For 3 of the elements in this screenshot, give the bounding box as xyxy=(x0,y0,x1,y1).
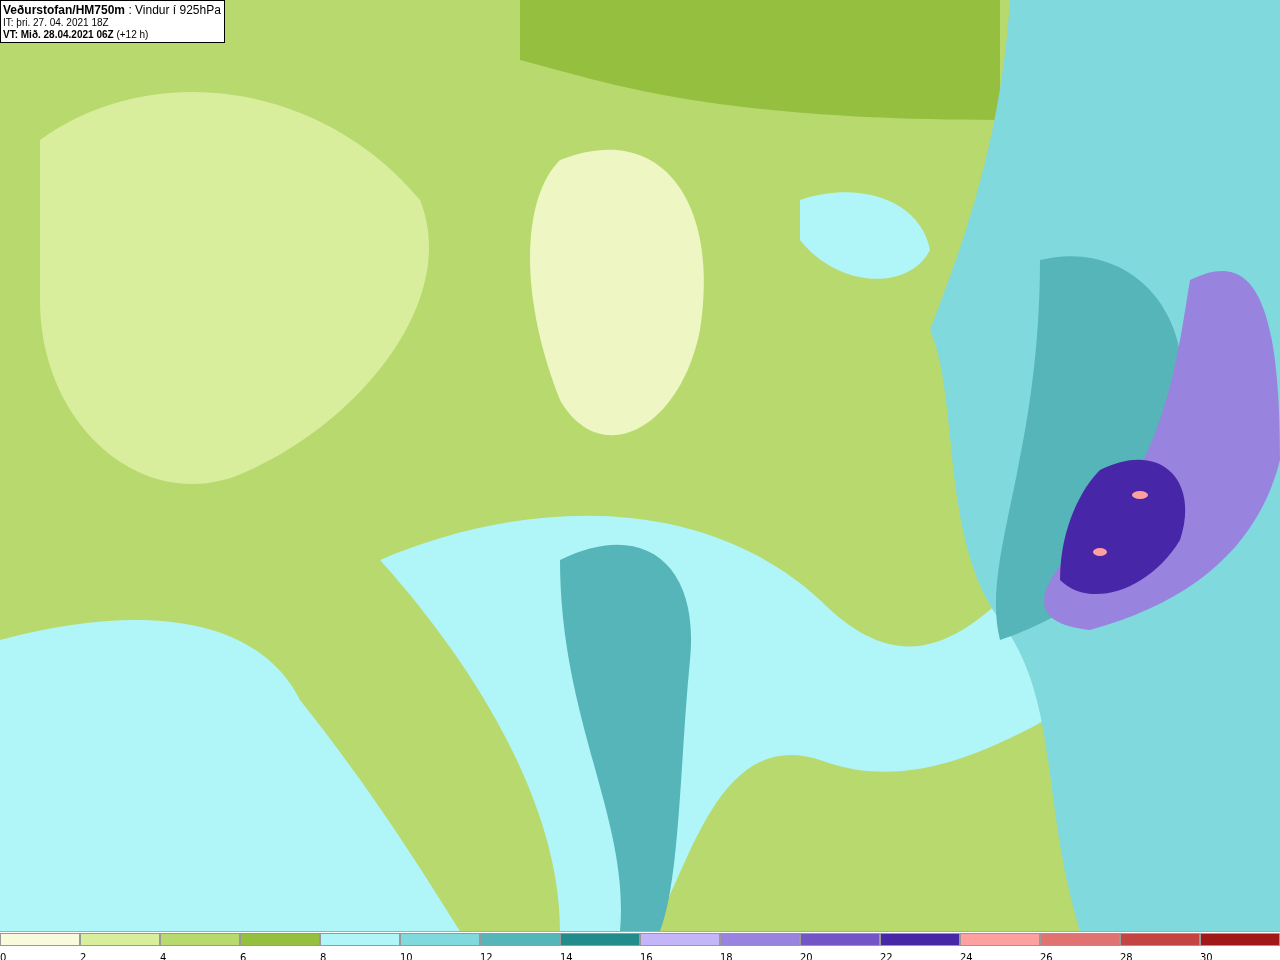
title-line: VT: Mið. 28.04.2021 06Z (+12 h) xyxy=(3,29,150,41)
title-line: Veðurstofan/HM750m : Vindur í 925hPa xyxy=(3,3,221,17)
title-line: IT: þri. 27. 04. 2021 18Z xyxy=(3,17,110,29)
